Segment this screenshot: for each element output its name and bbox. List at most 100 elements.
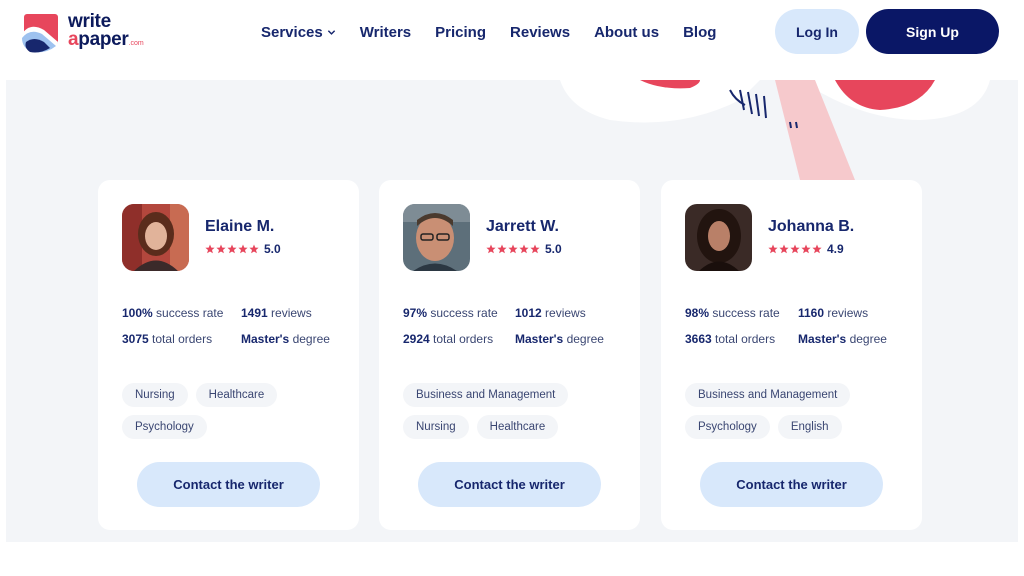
logo-line2: apaper.com bbox=[68, 29, 144, 53]
nav-item-pricing[interactable]: Pricing bbox=[435, 22, 486, 42]
main-nav: Services Writers Pricing Reviews About u… bbox=[261, 22, 716, 42]
subject-tag[interactable]: Business and Management bbox=[403, 383, 569, 407]
logo-suffix: .com bbox=[128, 40, 144, 47]
reviews-count: 1160 reviews bbox=[798, 306, 868, 320]
stat-value: Master's bbox=[798, 332, 847, 346]
stat-label: reviews bbox=[271, 306, 312, 320]
stat-label: success rate bbox=[156, 306, 224, 320]
subject-tags: Business and Management Psychology Engli… bbox=[685, 383, 905, 439]
logo-line2-a: a bbox=[68, 29, 79, 50]
rating-score: 5.0 bbox=[264, 242, 281, 256]
stat-label: success rate bbox=[712, 306, 780, 320]
star-icon bbox=[790, 244, 800, 254]
star-icon bbox=[238, 244, 248, 254]
reviews-count: 1012 reviews bbox=[515, 306, 586, 320]
site-header: write apaper.com Services Writers Pricin… bbox=[0, 0, 1024, 80]
nav-item-label: Reviews bbox=[510, 23, 571, 41]
logo-mark-icon bbox=[20, 12, 62, 54]
subject-tag[interactable]: Psychology bbox=[685, 415, 770, 439]
writer-rating: 5.0 bbox=[486, 242, 562, 256]
reviews-count: 1491 reviews bbox=[241, 306, 312, 320]
stat-label: success rate bbox=[430, 306, 498, 320]
subject-tag[interactable]: English bbox=[777, 415, 842, 439]
total-orders: 2924 total orders bbox=[403, 332, 493, 346]
subject-tag[interactable]: Nursing bbox=[122, 383, 188, 407]
subject-tag[interactable]: Business and Management bbox=[685, 383, 851, 407]
nav-item-label: Services bbox=[261, 23, 323, 41]
subject-tag[interactable]: Psychology bbox=[122, 415, 207, 439]
stat-value: 1012 bbox=[515, 306, 542, 320]
nav-item-label: Blog bbox=[683, 23, 717, 41]
star-icon bbox=[801, 244, 811, 254]
logo-line2-rest: paper bbox=[78, 29, 129, 50]
writer-card: Jarrett W. 5.0 97% success rate 1012 rev… bbox=[379, 180, 640, 530]
stat-label: degree bbox=[849, 332, 887, 346]
logo-text: write apaper.com bbox=[68, 12, 144, 53]
star-icon bbox=[779, 244, 789, 254]
rating-score: 4.9 bbox=[827, 242, 844, 256]
stat-label: degree bbox=[292, 332, 330, 346]
nav-item-services[interactable]: Services bbox=[261, 22, 336, 42]
nav-item-blog[interactable]: Blog bbox=[683, 22, 716, 42]
stat-label: total orders bbox=[152, 332, 213, 346]
subject-tags: Business and Management Nursing Healthca… bbox=[403, 383, 623, 439]
star-icon bbox=[768, 244, 778, 254]
star-icon bbox=[216, 244, 226, 254]
stat-value: Master's bbox=[241, 332, 290, 346]
writer-rating: 4.9 bbox=[768, 242, 844, 256]
nav-item-reviews[interactable]: Reviews bbox=[510, 22, 570, 42]
writer-rating: 5.0 bbox=[205, 242, 281, 256]
writer-name: Jarrett W. bbox=[486, 218, 559, 235]
subject-tag[interactable]: Healthcare bbox=[195, 383, 278, 407]
writer-name: Johanna B. bbox=[768, 218, 855, 235]
contact-writer-button[interactable]: Contact the writer bbox=[137, 462, 320, 507]
writer-avatar bbox=[685, 204, 752, 271]
nav-item-writers[interactable]: Writers bbox=[360, 22, 411, 42]
stat-value: 1160 bbox=[798, 306, 825, 320]
total-orders: 3663 total orders bbox=[685, 332, 775, 346]
stat-value: 3075 bbox=[122, 332, 149, 346]
star-rating bbox=[768, 244, 822, 254]
stat-label: reviews bbox=[545, 306, 586, 320]
subject-tag[interactable]: Healthcare bbox=[476, 415, 559, 439]
writer-name: Elaine M. bbox=[205, 218, 275, 235]
star-icon bbox=[249, 244, 259, 254]
stat-label: total orders bbox=[715, 332, 776, 346]
total-orders: 3075 total orders bbox=[122, 332, 212, 346]
degree: Master's degree bbox=[798, 332, 887, 346]
subject-tag[interactable]: Nursing bbox=[403, 415, 469, 439]
nav-item-about-us[interactable]: About us bbox=[594, 22, 659, 42]
logo[interactable]: write apaper.com bbox=[20, 10, 170, 56]
login-button[interactable]: Log In bbox=[775, 9, 859, 54]
nav-item-label: About us bbox=[594, 23, 660, 41]
success-rate: 97% success rate bbox=[403, 306, 498, 320]
writer-card: Johanna B. 4.9 98% success rate 1160 rev… bbox=[661, 180, 922, 530]
star-icon bbox=[508, 244, 518, 254]
contact-writer-button[interactable]: Contact the writer bbox=[418, 462, 601, 507]
stat-value: 97% bbox=[403, 306, 428, 320]
nav-item-label: Writers bbox=[359, 23, 412, 41]
nav-item-label: Pricing bbox=[435, 23, 487, 41]
stat-value: 3663 bbox=[685, 332, 712, 346]
success-rate: 98% success rate bbox=[685, 306, 780, 320]
stat-value: 98% bbox=[685, 306, 710, 320]
stat-value: Master's bbox=[515, 332, 564, 346]
stat-value: 100% bbox=[122, 306, 153, 320]
stat-label: degree bbox=[566, 332, 604, 346]
star-icon bbox=[519, 244, 529, 254]
stat-label: total orders bbox=[433, 332, 494, 346]
contact-writer-button[interactable]: Contact the writer bbox=[700, 462, 883, 507]
success-rate: 100% success rate bbox=[122, 306, 223, 320]
degree: Master's degree bbox=[241, 332, 330, 346]
writer-avatar bbox=[122, 204, 189, 271]
signup-button[interactable]: Sign Up bbox=[866, 9, 999, 54]
star-icon bbox=[530, 244, 540, 254]
star-rating bbox=[486, 244, 540, 254]
degree: Master's degree bbox=[515, 332, 604, 346]
chevron-down-icon bbox=[327, 29, 335, 35]
rating-score: 5.0 bbox=[545, 242, 562, 256]
stat-value: 2924 bbox=[403, 332, 430, 346]
star-rating bbox=[205, 244, 259, 254]
star-icon bbox=[497, 244, 507, 254]
star-icon bbox=[812, 244, 822, 254]
